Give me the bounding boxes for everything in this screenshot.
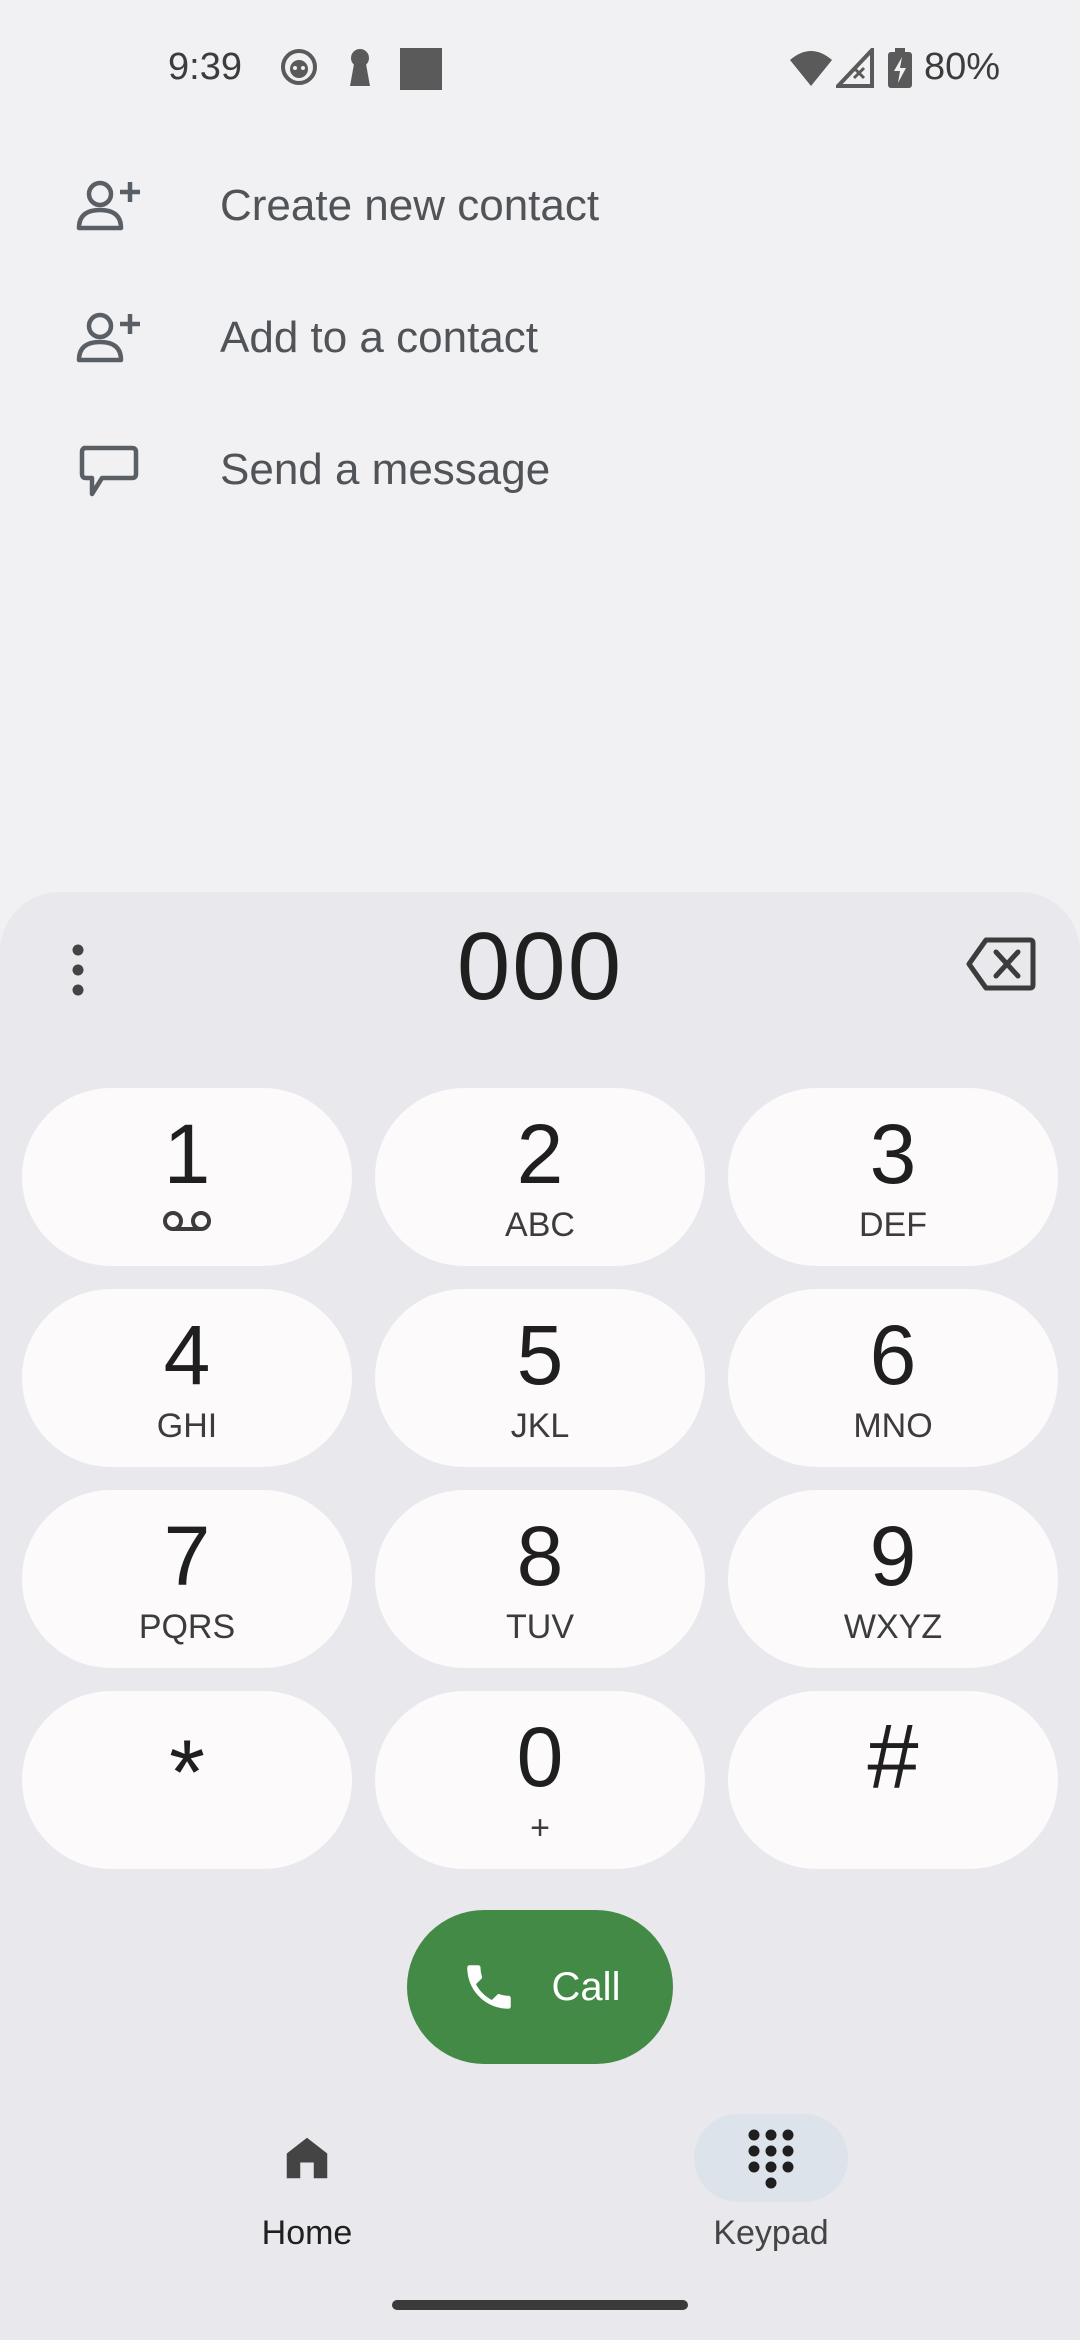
key-4[interactable]: 4 GHI	[22, 1289, 352, 1467]
home-icon-container	[230, 2114, 384, 2202]
key-letters: GHI	[156, 1407, 218, 1445]
nav-keypad-label: Keypad	[713, 2214, 829, 2252]
key-letters: DEF	[859, 1206, 927, 1244]
key-letters: JKL	[510, 1407, 570, 1445]
key-0[interactable]: 0 +	[375, 1691, 705, 1869]
call-label: Call	[551, 1964, 621, 2009]
nav-home[interactable]: Home	[207, 2114, 407, 2253]
person-add-icon	[76, 180, 140, 231]
send-message-label: Send a message	[220, 445, 551, 494]
status-time: 9:39	[168, 46, 242, 88]
key-symbol: #	[867, 1706, 919, 1808]
create-new-contact-item[interactable]: Create new contact	[0, 140, 1080, 272]
key-digit: 7	[163, 1509, 211, 1603]
key-9[interactable]: 9 WXYZ	[728, 1490, 1058, 1668]
key-digit: 0	[516, 1710, 564, 1804]
keyhole-icon	[350, 49, 370, 86]
key-digit: 6	[869, 1308, 917, 1402]
chat-bubble-icon	[79, 445, 139, 497]
key-symbol: *	[169, 1722, 205, 1824]
key-letters: ABC	[505, 1206, 575, 1244]
key-digit: 9	[869, 1509, 917, 1603]
gesture-navigation-bar[interactable]	[392, 2300, 688, 2310]
key-8[interactable]: 8 TUV	[375, 1490, 705, 1668]
nav-keypad[interactable]: Keypad	[671, 2114, 871, 2253]
wifi-icon	[790, 51, 832, 86]
battery-percentage: 80%	[923, 46, 1000, 88]
key-letters: PQRS	[138, 1608, 236, 1646]
voicemail-icon	[163, 1211, 211, 1231]
key-digit: 1	[163, 1107, 211, 1201]
key-digit: 2	[516, 1107, 564, 1201]
key-letters: WXYZ	[843, 1608, 943, 1646]
key-hash[interactable]: #	[728, 1691, 1058, 1869]
key-3[interactable]: 3 DEF	[728, 1088, 1058, 1266]
key-7[interactable]: 7 PQRS	[22, 1490, 352, 1668]
key-6[interactable]: 6 MNO	[728, 1289, 1058, 1467]
key-5[interactable]: 5 JKL	[375, 1289, 705, 1467]
key-1[interactable]: 1	[22, 1088, 352, 1266]
create-new-contact-label: Create new contact	[220, 181, 600, 230]
action-list: Create new contact Add to a contact Send…	[0, 140, 1080, 536]
dialed-number: 000	[456, 913, 624, 1020]
status-bar: 9:39 80%	[0, 0, 1080, 140]
key-digit: 4	[163, 1308, 211, 1402]
add-to-contact-item[interactable]: Add to a contact	[0, 272, 1080, 404]
phone-icon	[466, 1965, 511, 2009]
send-message-item[interactable]: Send a message	[0, 404, 1080, 536]
keypad-icon-container	[694, 2114, 848, 2202]
key-letters: MNO	[853, 1407, 933, 1445]
signal-icon	[836, 48, 874, 88]
dialpad-icon	[748, 2129, 794, 2189]
call-button[interactable]: Call	[407, 1910, 673, 2064]
bottom-navigation: Home Keypad	[0, 2100, 1080, 2300]
key-digit: 3	[869, 1107, 917, 1201]
home-icon	[286, 2137, 328, 2179]
key-letters: TUV	[506, 1608, 574, 1646]
square-icon	[400, 48, 442, 90]
key-star[interactable]: *	[22, 1691, 352, 1869]
key-digit: 8	[516, 1509, 564, 1603]
battery-charging-icon	[888, 48, 912, 88]
backspace-icon[interactable]	[966, 936, 1036, 992]
key-letters: +	[530, 1809, 550, 1847]
person-add-icon	[76, 312, 140, 363]
key-2[interactable]: 2 ABC	[375, 1088, 705, 1266]
nav-home-label: Home	[261, 2214, 353, 2252]
add-to-contact-label: Add to a contact	[220, 313, 538, 362]
key-digit: 5	[516, 1308, 564, 1402]
face-icon	[281, 49, 317, 85]
